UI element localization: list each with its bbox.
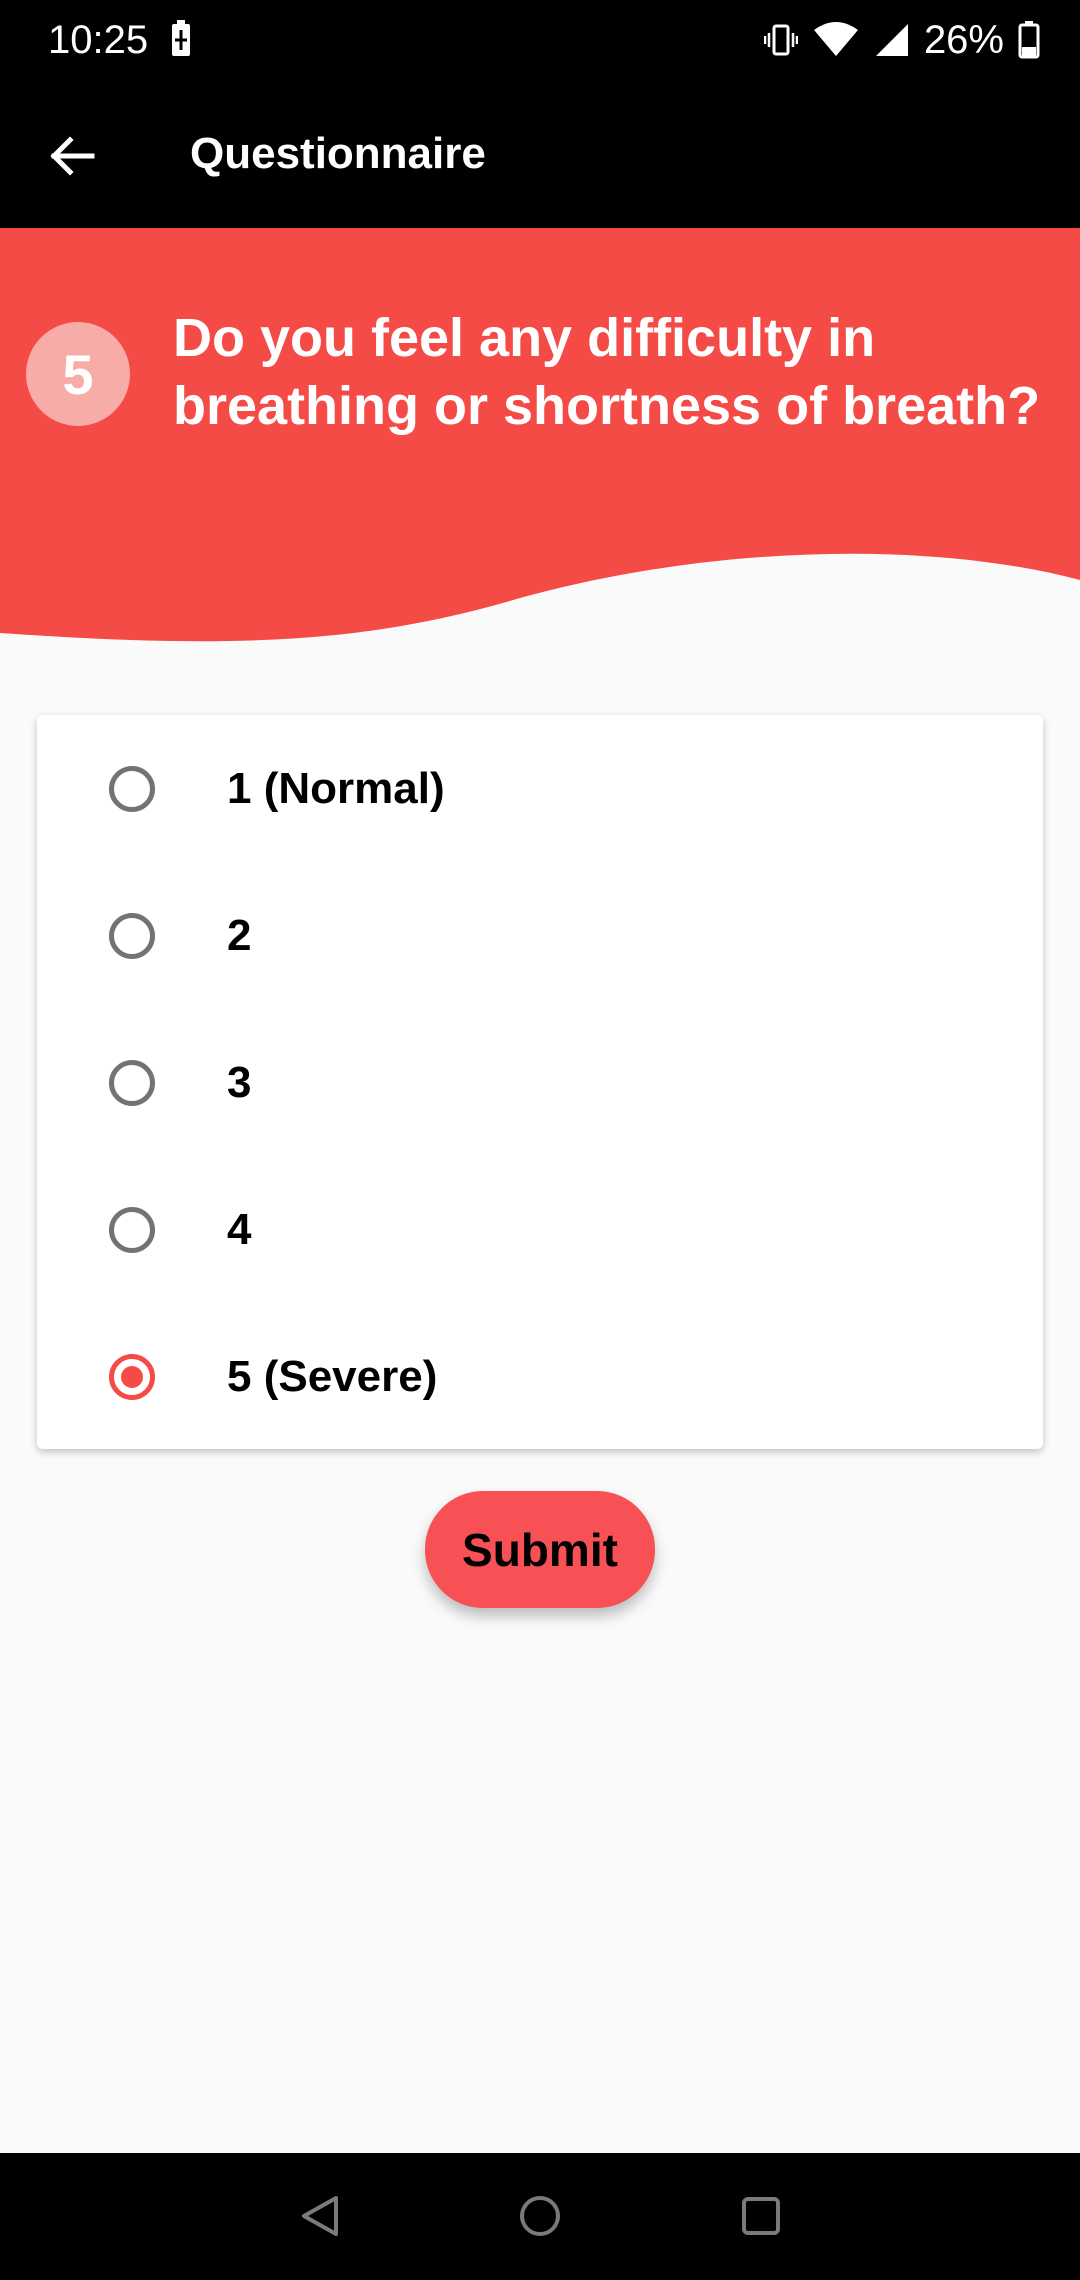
nav-recents-button[interactable]: [728, 2183, 794, 2249]
nav-home-button[interactable]: [507, 2183, 573, 2249]
option-label: 4: [227, 1204, 252, 1254]
wifi-icon: [813, 22, 858, 56]
option-label: 2: [227, 910, 252, 960]
back-triangle-icon: [302, 2196, 338, 2236]
battery-percent: 26%: [923, 18, 1004, 62]
option-row[interactable]: 1 (Normal): [37, 715, 1043, 862]
option-row[interactable]: 4: [37, 1156, 1043, 1303]
submit-button[interactable]: Submit: [425, 1491, 655, 1608]
radio-button-selected[interactable]: [109, 1353, 155, 1400]
radio-button[interactable]: [109, 1206, 155, 1253]
navigation-bar: [0, 2153, 1080, 2280]
home-circle-icon: [520, 2196, 560, 2236]
option-row[interactable]: 5 (Severe): [37, 1303, 1043, 1450]
signal-icon: [875, 24, 908, 56]
option-row[interactable]: 2: [37, 862, 1043, 1009]
arrow-left-icon: [50, 136, 95, 176]
status-bar: 10:25 26%: [0, 0, 1080, 80]
recents-square-icon: [742, 2197, 780, 2235]
status-icons: 26%: [763, 16, 1040, 64]
radio-button[interactable]: [109, 912, 155, 959]
radio-button[interactable]: [109, 765, 155, 812]
app-bar: Questionnaire: [0, 80, 1080, 228]
radio-button[interactable]: [109, 1059, 155, 1106]
questionnaire-screen: 10:25 26% Questionnaire 5 Do you feel an…: [0, 0, 1080, 2280]
header-wave: [0, 228, 1080, 642]
nav-back-button[interactable]: [287, 2183, 353, 2249]
battery-icon: [1018, 21, 1040, 59]
app-title: Questionnaire: [190, 129, 486, 178]
question-number-badge: 5: [26, 322, 130, 426]
battery-charging-icon: [172, 20, 190, 56]
back-button[interactable]: [30, 114, 114, 198]
vibrate-icon: [763, 24, 798, 56]
option-label: 1 (Normal): [227, 763, 445, 813]
status-time: 10:25: [48, 18, 149, 62]
question-text: Do you feel any difficulty in breathing …: [173, 308, 1041, 436]
radio-selected-dot: [121, 1365, 143, 1388]
option-label: 3: [227, 1057, 252, 1107]
option-label: 5 (Severe): [227, 1351, 438, 1401]
options-card: 1 (Normal) 2 3 4 5 (Severe): [37, 715, 1043, 1449]
option-row[interactable]: 3: [37, 1009, 1043, 1156]
